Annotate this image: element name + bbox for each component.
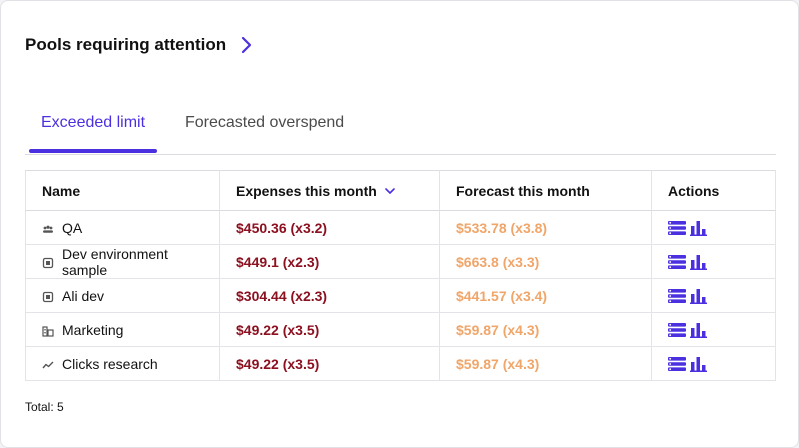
list-icon[interactable] [668,288,686,304]
pool-name[interactable]: Ali dev [62,288,104,304]
list-icon[interactable] [668,220,686,236]
forecast-value: $59.87 (x4.3) [456,355,540,372]
table-header-row: Name Expenses this month Forecast this m… [25,170,776,211]
bar-chart-icon[interactable] [690,254,708,270]
pool-name[interactable]: Dev environment sample [62,246,203,278]
business-icon [42,324,54,337]
table-row[interactable]: Clicks research $49.22 (x3.5) $59.87 (x4… [25,346,776,381]
list-icon[interactable] [668,254,686,270]
forecast-value: $663.8 (x3.3) [456,253,540,270]
bar-chart-icon[interactable] [690,356,708,372]
tab-forecasted-overspend[interactable]: Forecasted overspend [185,114,344,132]
expense-value: $49.22 (x3.5) [236,321,320,338]
column-header-expenses[interactable]: Expenses this month [219,170,440,211]
expense-value: $450.36 (x3.2) [236,219,328,236]
list-icon[interactable] [668,356,686,372]
bar-chart-icon[interactable] [690,322,708,338]
tab-exceeded-limit[interactable]: Exceeded limit [41,114,145,132]
table-row[interactable]: Dev environment sample $449.1 (x2.3) $66… [25,244,776,279]
expense-value: $304.44 (x2.3) [236,287,328,304]
column-header-forecast[interactable]: Forecast this month [439,170,652,211]
list-icon[interactable] [668,322,686,338]
cpu-icon [42,256,54,268]
table-row[interactable]: QA $450.36 (x3.2) $533.78 (x3.8) [25,210,776,245]
card-header: Pools requiring attention [25,35,254,55]
forecast-value: $441.57 (x3.4) [456,287,548,304]
trend-icon [42,358,54,370]
cpu-icon [42,290,54,302]
table-row[interactable]: Ali dev $304.44 (x2.3) $441.57 (x3.4) [25,278,776,313]
forecast-value: $59.87 (x4.3) [456,321,540,338]
forecast-value: $533.78 (x3.8) [456,219,548,236]
page-title: Pools requiring attention [25,35,227,54]
bar-chart-icon[interactable] [690,220,708,236]
sort-down-icon[interactable] [385,187,395,195]
bar-chart-icon[interactable] [690,288,708,304]
column-header-actions: Actions [651,170,776,211]
pool-name[interactable]: Clicks research [62,356,158,372]
expense-value: $449.1 (x2.3) [236,253,320,270]
pool-name[interactable]: QA [62,220,82,236]
chevron-right-icon[interactable] [238,35,254,55]
expense-value: $49.22 (x3.5) [236,355,320,372]
team-icon [42,222,54,234]
pools-card: Pools requiring attention Exceeded limit… [0,0,799,448]
pools-table: Name Expenses this month Forecast this m… [25,170,776,381]
table-row[interactable]: Marketing $49.22 (x3.5) $59.87 (x4.3) [25,312,776,347]
pool-name[interactable]: Marketing [62,322,123,338]
active-tab-indicator [29,149,157,153]
column-header-name[interactable]: Name [25,170,220,211]
tabs-bar: Exceeded limit Forecasted overspend [25,101,776,155]
total-count: Total: 5 [25,400,64,414]
